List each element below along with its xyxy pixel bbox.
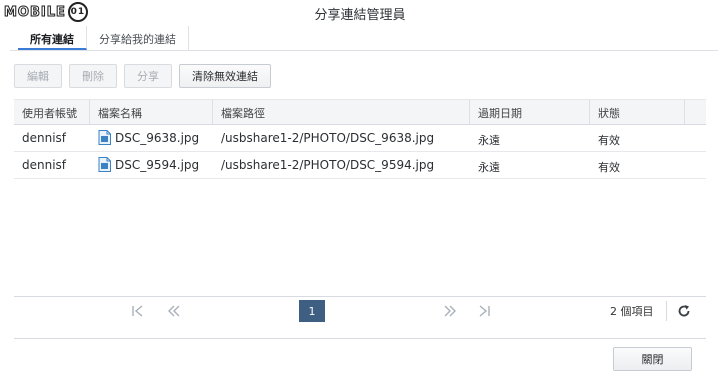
cell-user: dennisf <box>22 158 67 172</box>
clear-invalid-links-button[interactable]: 清除無效連結 <box>179 64 271 88</box>
delete-button[interactable]: 刪除 <box>69 64 117 88</box>
share-button[interactable]: 分享 <box>124 64 172 88</box>
tab-all-links[interactable]: 所有連結 <box>18 26 87 50</box>
title-bar: MOBILE 01 分享連結管理員 <box>0 0 720 24</box>
cell-file-path: /usbshare1-2/PHOTO/DSC_9638.jpg <box>221 131 435 145</box>
toolbar: 編輯 刪除 分享 清除無效連結 <box>14 64 271 88</box>
cell-status: 有效 <box>598 161 620 174</box>
table-row[interactable]: dennisf DSC_9638.jpg /usbshare1-2/PHOTO/… <box>14 125 706 152</box>
table-header: 使用者帳號 檔案名稱 檔案路徑 過期日期 狀態 <box>14 99 706 125</box>
cell-file-name: DSC_9638.jpg <box>90 125 213 151</box>
page-number-current[interactable]: 1 <box>299 300 325 322</box>
footer-divider <box>14 338 706 339</box>
edit-button[interactable]: 編輯 <box>14 64 62 88</box>
cell-expiry: 永遠 <box>478 134 500 147</box>
close-button[interactable]: 關閉 <box>613 347 692 371</box>
image-file-icon <box>98 157 111 172</box>
tabs-divider <box>10 50 718 51</box>
table-row[interactable]: dennisf DSC_9594.jpg /usbshare1-2/PHOTO/… <box>14 152 706 179</box>
cell-spacer <box>685 125 706 151</box>
next-page-icon[interactable] <box>442 303 458 319</box>
cell-spacer <box>685 152 706 178</box>
column-header-status[interactable]: 狀態 <box>590 100 685 124</box>
file-name-text: DSC_9594.jpg <box>115 158 200 172</box>
cell-status: 有效 <box>598 134 620 147</box>
pager-separator <box>666 301 667 321</box>
tab-bar: 所有連結 分享給我的連結 <box>18 26 189 50</box>
cell-file-path: /usbshare1-2/PHOTO/DSC_9594.jpg <box>221 158 435 172</box>
cell-file-name: DSC_9594.jpg <box>90 152 213 178</box>
cell-expiry: 永遠 <box>478 161 500 174</box>
last-page-icon[interactable] <box>476 303 492 319</box>
column-header-expiry[interactable]: 過期日期 <box>470 100 590 124</box>
column-header-file-name[interactable]: 檔案名稱 <box>90 100 213 124</box>
image-file-icon <box>98 130 111 145</box>
item-count: 2 個項目 <box>610 305 654 318</box>
cell-user: dennisf <box>22 131 67 145</box>
column-header-user[interactable]: 使用者帳號 <box>14 100 90 124</box>
column-header-file-path[interactable]: 檔案路徑 <box>213 100 470 124</box>
prev-page-icon[interactable] <box>166 303 182 319</box>
refresh-icon[interactable] <box>676 303 692 319</box>
pagination-bar: 1 2 個項目 <box>14 297 706 325</box>
links-table: 使用者帳號 檔案名稱 檔案路徑 過期日期 狀態 dennisf DSC_9638… <box>14 99 706 179</box>
tab-shared-with-me[interactable]: 分享給我的連結 <box>87 26 189 50</box>
column-header-spacer <box>685 100 706 124</box>
first-page-icon[interactable] <box>130 303 146 319</box>
window-title: 分享連結管理員 <box>314 8 406 23</box>
file-name-text: DSC_9638.jpg <box>115 131 200 145</box>
